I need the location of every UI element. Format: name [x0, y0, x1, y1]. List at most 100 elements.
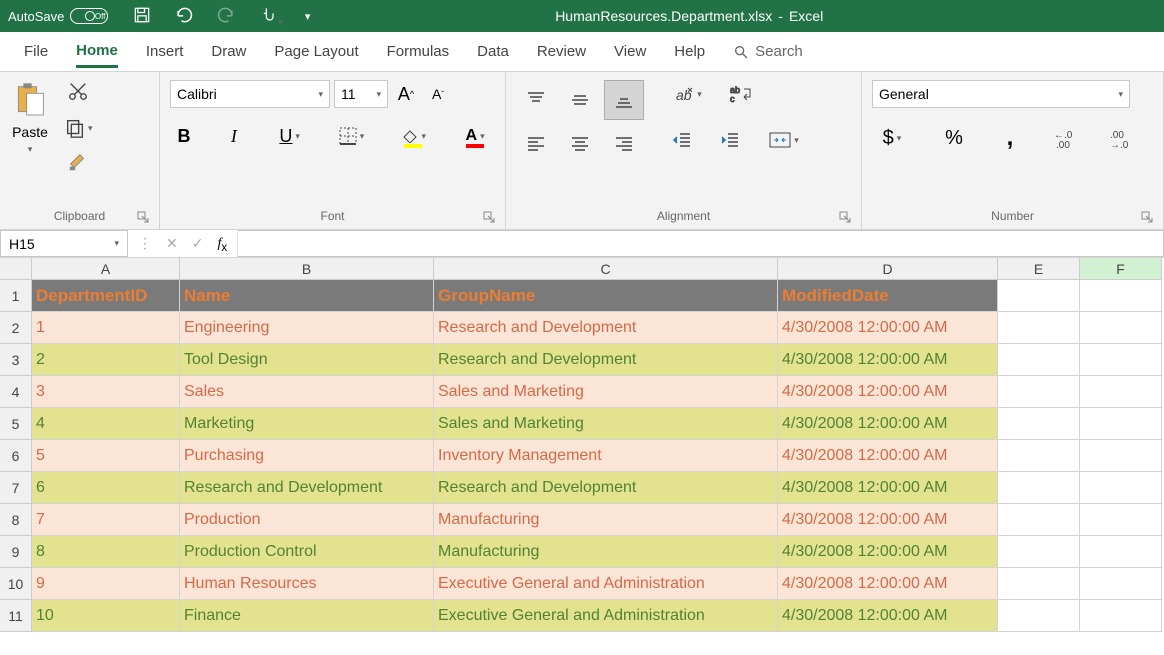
- cell[interactable]: Human Resources: [180, 568, 434, 600]
- row-header[interactable]: 11: [0, 600, 32, 632]
- formula-input[interactable]: [238, 230, 1164, 257]
- cell[interactable]: Production Control: [180, 536, 434, 568]
- insert-function-button[interactable]: fx: [217, 234, 227, 254]
- cell[interactable]: [998, 504, 1080, 536]
- cell[interactable]: Executive General and Administration: [434, 568, 778, 600]
- row-header[interactable]: 5: [0, 408, 32, 440]
- cell[interactable]: Research and Development: [180, 472, 434, 504]
- cell[interactable]: 5: [32, 440, 180, 472]
- cell[interactable]: [998, 376, 1080, 408]
- cell[interactable]: [1080, 472, 1162, 504]
- cell[interactable]: Purchasing: [180, 440, 434, 472]
- orientation-button[interactable]: ab▾: [668, 80, 708, 108]
- cell[interactable]: [998, 312, 1080, 344]
- column-header-C[interactable]: C: [434, 258, 778, 280]
- align-center-button[interactable]: [560, 124, 600, 164]
- align-left-button[interactable]: [516, 124, 556, 164]
- alignment-launcher-icon[interactable]: [839, 211, 851, 223]
- cell[interactable]: [1080, 504, 1162, 536]
- increase-font-button[interactable]: A^: [392, 84, 420, 105]
- cell[interactable]: Manufacturing: [434, 504, 778, 536]
- row-header[interactable]: 4: [0, 376, 32, 408]
- cell[interactable]: 4/30/2008 12:00:00 AM: [778, 440, 998, 472]
- cell[interactable]: GroupName: [434, 280, 778, 312]
- undo-icon[interactable]: [174, 5, 194, 28]
- cell[interactable]: [998, 472, 1080, 504]
- cell[interactable]: 7: [32, 504, 180, 536]
- font-launcher-icon[interactable]: [483, 211, 495, 223]
- row-header[interactable]: 3: [0, 344, 32, 376]
- worksheet-grid[interactable]: 1234567891011 ABCDEF DepartmentIDNameGro…: [0, 258, 1164, 632]
- font-size-combo[interactable]: 11▾: [334, 80, 388, 108]
- enter-formula-button[interactable]: ✓: [192, 235, 204, 252]
- cell[interactable]: [998, 536, 1080, 568]
- row-header[interactable]: 10: [0, 568, 32, 600]
- align-right-button[interactable]: [604, 124, 644, 164]
- cell[interactable]: Research and Development: [434, 312, 778, 344]
- cell[interactable]: [1080, 408, 1162, 440]
- cell[interactable]: Engineering: [180, 312, 434, 344]
- cell[interactable]: 6: [32, 472, 180, 504]
- cell[interactable]: Research and Development: [434, 344, 778, 376]
- column-header-F[interactable]: F: [1080, 258, 1162, 280]
- font-color-button[interactable]: A▾: [455, 122, 495, 150]
- cell[interactable]: 4/30/2008 12:00:00 AM: [778, 504, 998, 536]
- row-header[interactable]: 6: [0, 440, 32, 472]
- cell[interactable]: 3: [32, 376, 180, 408]
- cell[interactable]: 4/30/2008 12:00:00 AM: [778, 312, 998, 344]
- cell[interactable]: Name: [180, 280, 434, 312]
- row-header[interactable]: 7: [0, 472, 32, 504]
- cell[interactable]: Finance: [180, 600, 434, 632]
- bold-button[interactable]: B: [170, 122, 198, 150]
- tab-data[interactable]: Data: [477, 37, 509, 66]
- cell[interactable]: [1080, 312, 1162, 344]
- cell[interactable]: Marketing: [180, 408, 434, 440]
- column-header-E[interactable]: E: [998, 258, 1080, 280]
- row-header[interactable]: 9: [0, 536, 32, 568]
- cell[interactable]: Sales and Marketing: [434, 376, 778, 408]
- touch-mode-icon[interactable]: ▾: [258, 5, 283, 28]
- tab-page-layout[interactable]: Page Layout: [274, 37, 358, 66]
- row-header[interactable]: 2: [0, 312, 32, 344]
- cell[interactable]: 4/30/2008 12:00:00 AM: [778, 568, 998, 600]
- cell[interactable]: 4: [32, 408, 180, 440]
- clipboard-launcher-icon[interactable]: [137, 211, 149, 223]
- cell[interactable]: 4/30/2008 12:00:00 AM: [778, 376, 998, 408]
- cell[interactable]: [998, 600, 1080, 632]
- column-header-A[interactable]: A: [32, 258, 180, 280]
- name-box[interactable]: H15▾: [0, 230, 128, 257]
- tab-home[interactable]: Home: [76, 36, 118, 68]
- increase-indent-button[interactable]: [716, 126, 744, 154]
- align-top-button[interactable]: [516, 80, 556, 120]
- align-middle-button[interactable]: [560, 80, 600, 120]
- format-painter-button[interactable]: [67, 151, 89, 176]
- cut-button[interactable]: [67, 80, 89, 105]
- cell[interactable]: Sales and Marketing: [434, 408, 778, 440]
- row-header[interactable]: 8: [0, 504, 32, 536]
- customize-qat-icon[interactable]: ▾: [305, 10, 311, 23]
- cell[interactable]: Executive General and Administration: [434, 600, 778, 632]
- column-header-B[interactable]: B: [180, 258, 434, 280]
- cell[interactable]: DepartmentID: [32, 280, 180, 312]
- cell[interactable]: Tool Design: [180, 344, 434, 376]
- decrease-indent-button[interactable]: [668, 126, 696, 154]
- cell[interactable]: 10: [32, 600, 180, 632]
- cell[interactable]: 4/30/2008 12:00:00 AM: [778, 600, 998, 632]
- font-name-combo[interactable]: Calibri▾: [170, 80, 330, 108]
- cell[interactable]: 9: [32, 568, 180, 600]
- cell[interactable]: 4/30/2008 12:00:00 AM: [778, 408, 998, 440]
- cell[interactable]: [1080, 280, 1162, 312]
- tab-insert[interactable]: Insert: [146, 37, 184, 66]
- borders-button[interactable]: ▾: [332, 122, 372, 150]
- autosave-toggle[interactable]: AutoSave Off: [8, 8, 108, 24]
- cell[interactable]: [1080, 536, 1162, 568]
- redo-icon[interactable]: [216, 5, 236, 28]
- cell[interactable]: 2: [32, 344, 180, 376]
- decrease-font-button[interactable]: Aˇ: [424, 86, 452, 102]
- column-header-D[interactable]: D: [778, 258, 998, 280]
- cell[interactable]: [998, 440, 1080, 472]
- select-all-corner[interactable]: [0, 258, 32, 280]
- tell-me-search[interactable]: Search: [733, 43, 803, 60]
- decrease-decimal-button[interactable]: .00→.0: [1108, 124, 1136, 152]
- cell[interactable]: [998, 280, 1080, 312]
